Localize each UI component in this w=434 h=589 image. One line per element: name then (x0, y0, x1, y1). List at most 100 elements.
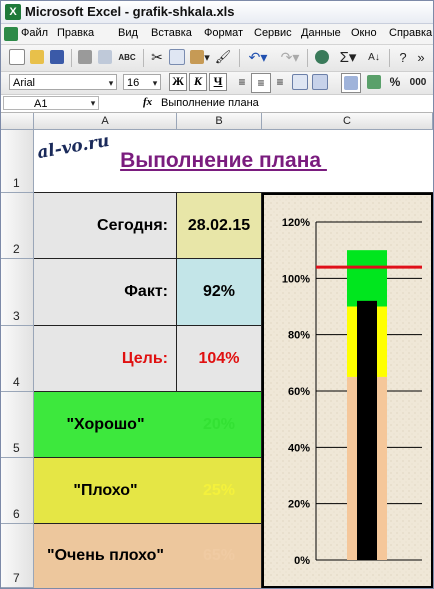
today-label: Сегодня: (97, 216, 168, 234)
percent-style-button[interactable]: % (387, 73, 403, 91)
fx-icon[interactable]: fx (143, 96, 152, 108)
redo-icon[interactable]: ↷▾ (277, 48, 303, 66)
bad-value: 25% (202, 481, 236, 499)
chevron-down-icon[interactable]: ▾ (87, 94, 99, 112)
excel-window: X Microsoft Excel - grafik-shkala.xls Фа… (0, 0, 434, 589)
very-bad-label-cell[interactable]: "Очень плохо" (34, 524, 177, 588)
y-tick-label: 0% (294, 555, 310, 567)
chevron-down-icon[interactable]: ▾ (149, 74, 161, 92)
workbook-icon[interactable] (3, 25, 19, 43)
good-value-cell[interactable]: 20% (177, 392, 262, 458)
goal-value: 104% (198, 349, 240, 367)
column-header-b[interactable]: B (177, 113, 262, 130)
align-right-icon[interactable]: ≡ (271, 73, 289, 91)
bad-label-cell[interactable]: "Плохо" (34, 458, 177, 524)
menu-view[interactable]: Вид (118, 27, 138, 39)
column-header-c[interactable]: C (262, 113, 433, 130)
bad-value-cell[interactable]: 25% (177, 458, 262, 524)
bullet-chart[interactable]: 0% 20% 40% 60% 80% 100% 120% (262, 193, 433, 588)
row-header-5[interactable]: 5 (1, 392, 34, 458)
row-header-3[interactable]: 3 (1, 259, 34, 326)
underline-button[interactable]: Ч (209, 73, 227, 91)
toolbar-separator (71, 49, 72, 67)
goal-value-cell[interactable]: 104% (177, 326, 262, 392)
row-header-7[interactable]: 7 (1, 524, 34, 588)
fact-value-cell[interactable]: 92% (177, 259, 262, 326)
toolbar-separator (239, 49, 240, 67)
y-tick-label: 80% (288, 330, 310, 342)
hyperlink-icon[interactable] (313, 48, 331, 66)
row-header-6[interactable]: 6 (1, 458, 34, 524)
menu-data[interactable]: Данные (301, 27, 341, 39)
menu-edit[interactable]: Правка (57, 27, 94, 39)
menu-format[interactable]: Формат (204, 27, 243, 39)
merge-cells-icon[interactable] (311, 73, 329, 91)
name-box[interactable]: A1 (3, 96, 99, 110)
toolbar-separator (389, 49, 390, 67)
y-tick-label: 20% (288, 499, 310, 511)
print-preview-icon[interactable] (97, 48, 113, 66)
menu-window[interactable]: Окно (351, 27, 377, 39)
new-icon[interactable] (9, 48, 25, 66)
more-buttons-icon[interactable]: » (413, 48, 429, 66)
window-title: Microsoft Excel - grafik-shkala.xls (25, 4, 235, 19)
today-value-cell[interactable]: 28.02.15 (177, 193, 262, 259)
good-label-cell[interactable]: "Хорошо" (34, 392, 177, 458)
copy-icon[interactable] (169, 48, 185, 66)
bullet-chart-svg: 0% 20% 40% 60% 80% 100% 120% (264, 195, 431, 586)
format-painter-icon[interactable]: 🖌 (215, 48, 232, 66)
italic-button[interactable]: К (189, 73, 207, 91)
band-bar-2 (347, 250, 387, 307)
menu-file[interactable]: Файл (21, 27, 48, 39)
align-center-icon[interactable]: ≡ (251, 73, 271, 93)
fact-label-cell[interactable]: Факт: (34, 259, 177, 326)
justify-icon[interactable] (291, 73, 309, 91)
today-label-cell[interactable]: Сегодня: (34, 193, 177, 259)
good-label: "Хорошо" (66, 415, 145, 433)
paste-icon[interactable]: ▾ (189, 48, 211, 66)
toolbar-separator (307, 49, 308, 67)
chevron-down-icon[interactable]: ▾ (105, 74, 117, 92)
help-icon[interactable]: ? (395, 48, 411, 66)
very-bad-value: 65% (202, 547, 236, 564)
menu-tools[interactable]: Сервис (254, 27, 292, 39)
column-header-a[interactable]: A (34, 113, 177, 130)
bold-button[interactable]: Ж (169, 73, 187, 91)
currency-icon[interactable] (365, 73, 383, 91)
actual-bar (357, 300, 377, 560)
row-header-4[interactable]: 4 (1, 326, 34, 392)
font-name-select[interactable]: Arial (9, 74, 117, 90)
excel-app-icon: X (5, 4, 21, 20)
y-tick-label: 120% (282, 217, 310, 229)
today-value: 28.02.15 (187, 216, 251, 234)
formula-content[interactable]: Выполнение плана (161, 97, 259, 109)
menu-help[interactable]: Справка (389, 27, 432, 39)
align-left-icon[interactable]: ≡ (233, 73, 251, 91)
menu-bar: Файл Правка Вид Вставка Формат Сервис Да… (1, 24, 433, 45)
goal-label-cell[interactable]: Цель: (34, 326, 177, 392)
merge-center-icon[interactable] (341, 73, 361, 93)
autosum-button[interactable]: Σ ▾ (335, 48, 361, 67)
fact-value: 92% (202, 283, 236, 300)
thousands-separator-button[interactable]: 000 (407, 73, 429, 91)
menu-insert[interactable]: Вставка (151, 27, 192, 39)
y-tick-label: 60% (288, 386, 310, 398)
very-bad-value-cell[interactable]: 65% (177, 524, 262, 588)
cut-icon[interactable]: ✂ (149, 48, 165, 66)
row-header-2[interactable]: 2 (1, 193, 34, 259)
save-icon[interactable] (49, 48, 65, 66)
row-header-1[interactable]: 1 (1, 130, 34, 193)
formula-bar: A1 ▾ fx Выполнение плана (1, 95, 433, 113)
spelling-icon[interactable]: ABC (117, 48, 137, 66)
select-all-corner[interactable] (1, 113, 34, 130)
good-value: 20% (202, 415, 236, 433)
open-icon[interactable] (29, 48, 45, 66)
undo-icon[interactable]: ↶▾ (245, 48, 271, 66)
formatting-toolbar: Arial ▾ 16 ▾ Ж К Ч ≡ ≡ ≡ % 000 (1, 72, 433, 95)
print-icon[interactable] (77, 48, 93, 66)
fact-label: Факт: (124, 283, 168, 300)
bad-label: "Плохо" (73, 481, 138, 499)
y-tick-label: 40% (288, 442, 310, 454)
sort-ascending-icon[interactable]: A↓ (365, 48, 383, 66)
worksheet-grid: A B C 1 2 3 4 5 6 7 Выполнение плана al-… (1, 113, 433, 588)
